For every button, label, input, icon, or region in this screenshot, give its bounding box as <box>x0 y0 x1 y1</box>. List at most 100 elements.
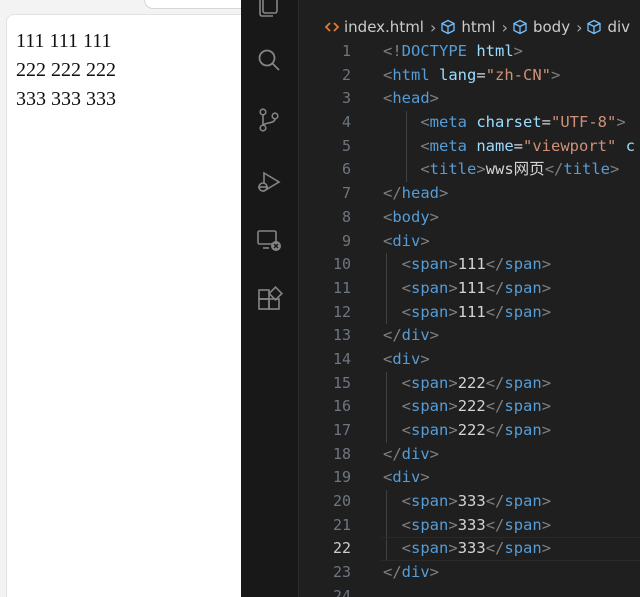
code-token: > <box>429 89 440 108</box>
code-token: > <box>448 515 458 534</box>
code-token: span <box>411 255 449 274</box>
breadcrumb: index.html › html › body › div <box>299 14 630 40</box>
breadcrumb-item-label: body <box>532 18 571 36</box>
code-token: span <box>411 421 449 439</box>
code-line[interactable]: <body> <box>383 206 635 230</box>
remote-explorer-icon[interactable] <box>253 224 285 256</box>
code-token: "zh-CN" <box>485 65 552 84</box>
code-line[interactable]: <title>wws网页</title> <box>383 158 635 182</box>
code-token: < <box>401 255 412 274</box>
code-token: span <box>504 278 542 297</box>
breadcrumb-file[interactable]: index.html <box>325 18 424 36</box>
code-line[interactable]: <span>222</span> <box>383 419 635 443</box>
breadcrumb-item-label: html <box>461 18 496 36</box>
code-line[interactable]: <meta charset="UTF-8"> <box>383 111 635 135</box>
preview-span: 111 <box>16 30 45 52</box>
code-token: < <box>383 207 393 226</box>
breadcrumb-item-body[interactable]: body <box>512 18 570 36</box>
code-token: </ <box>383 563 402 582</box>
code-token: < <box>420 113 430 132</box>
code-line[interactable]: <span>111</span> <box>383 301 635 325</box>
chevron-right-icon: › <box>576 17 583 37</box>
code-token: > <box>448 539 458 558</box>
code-token: span <box>411 397 449 416</box>
code-token: < <box>383 65 393 84</box>
code-token: body <box>392 207 430 226</box>
code-line[interactable]: <meta name="viewport" c <box>383 135 635 159</box>
code-token: > <box>541 515 552 534</box>
code-token: < <box>401 515 412 534</box>
code-line[interactable]: <div> <box>383 466 635 490</box>
breadcrumb-item-div[interactable]: div <box>586 18 630 36</box>
code-line[interactable]: <span>333</span> <box>380 537 640 562</box>
line-number: 5 <box>341 136 351 155</box>
line-number: 22 <box>332 539 351 558</box>
code-line[interactable]: <span>333</span> <box>383 490 635 514</box>
code-token: </ <box>485 539 505 558</box>
code-token: span <box>411 515 449 534</box>
code-token: </ <box>485 255 505 274</box>
code-token: span <box>504 539 542 558</box>
line-number: 12 <box>332 302 351 321</box>
code-line[interactable]: <span>222</span> <box>383 395 635 419</box>
preview-span: 333 <box>86 88 116 110</box>
code-token: 222 <box>457 397 486 416</box>
code-line[interactable]: <html lang="zh-CN"> <box>383 64 635 88</box>
code-line[interactable]: </head> <box>383 182 635 206</box>
code-token: head <box>401 184 439 203</box>
code-line[interactable]: <span>111</span> <box>383 253 635 277</box>
code-token: "UTF-8" <box>551 113 617 132</box>
code-line[interactable]: <!DOCTYPE html> <box>383 40 635 64</box>
code-token: = <box>513 136 524 155</box>
code-token: = <box>541 113 552 132</box>
code-token: span <box>504 515 542 534</box>
line-number: 2 <box>341 65 351 84</box>
code-token: > <box>429 207 440 226</box>
code-token: </ <box>485 492 505 511</box>
code-token: < <box>401 421 412 439</box>
code-line[interactable] <box>383 585 635 597</box>
code-token: </ <box>485 373 505 392</box>
run-debug-icon[interactable] <box>253 166 285 198</box>
breadcrumb-item-html[interactable]: html <box>440 18 496 36</box>
code-line[interactable]: </div> <box>383 561 635 585</box>
extensions-icon[interactable] <box>253 284 285 316</box>
code-line[interactable]: </div> <box>383 443 635 467</box>
code-token: < <box>383 468 393 487</box>
code-token: > <box>541 278 552 297</box>
code-area[interactable]: <!DOCTYPE html> <html lang="zh-CN"> <head>… <box>380 40 640 597</box>
code-token: > <box>420 468 430 487</box>
code-line[interactable]: <div> <box>383 230 635 254</box>
code-token: > <box>429 326 440 345</box>
line-number: 19 <box>332 468 351 487</box>
code-token: span <box>411 492 449 511</box>
code-line[interactable]: <span>222</span> <box>383 372 635 396</box>
code-token: < <box>401 539 412 558</box>
preview-row-1: 111 111 111 <box>16 27 121 56</box>
code-token: span <box>411 302 449 321</box>
code-token: > <box>448 302 458 321</box>
code-token: < <box>383 231 393 250</box>
code-line[interactable]: <span>111</span> <box>383 277 635 301</box>
code-token: > <box>541 539 552 558</box>
source-control-icon[interactable] <box>253 104 285 136</box>
code-line[interactable]: <div> <box>383 348 635 372</box>
code-line[interactable]: <head> <box>383 87 635 111</box>
code-line[interactable]: <span>333</span> <box>383 514 635 538</box>
preview-span: 333 <box>51 88 81 110</box>
code-token: < <box>401 278 412 297</box>
code-line[interactable]: </div> <box>383 324 635 348</box>
line-number: 6 <box>341 160 351 179</box>
code-token: </ <box>485 421 505 439</box>
code-token: title <box>429 160 477 179</box>
code-token: < <box>401 302 412 321</box>
browser-preview: 111 111 111 222 222 222 333 333 333 <box>0 0 266 597</box>
explorer-icon[interactable] <box>253 0 285 20</box>
search-icon[interactable] <box>253 44 285 76</box>
code-token: > <box>476 160 486 179</box>
code-token: < <box>401 492 412 511</box>
